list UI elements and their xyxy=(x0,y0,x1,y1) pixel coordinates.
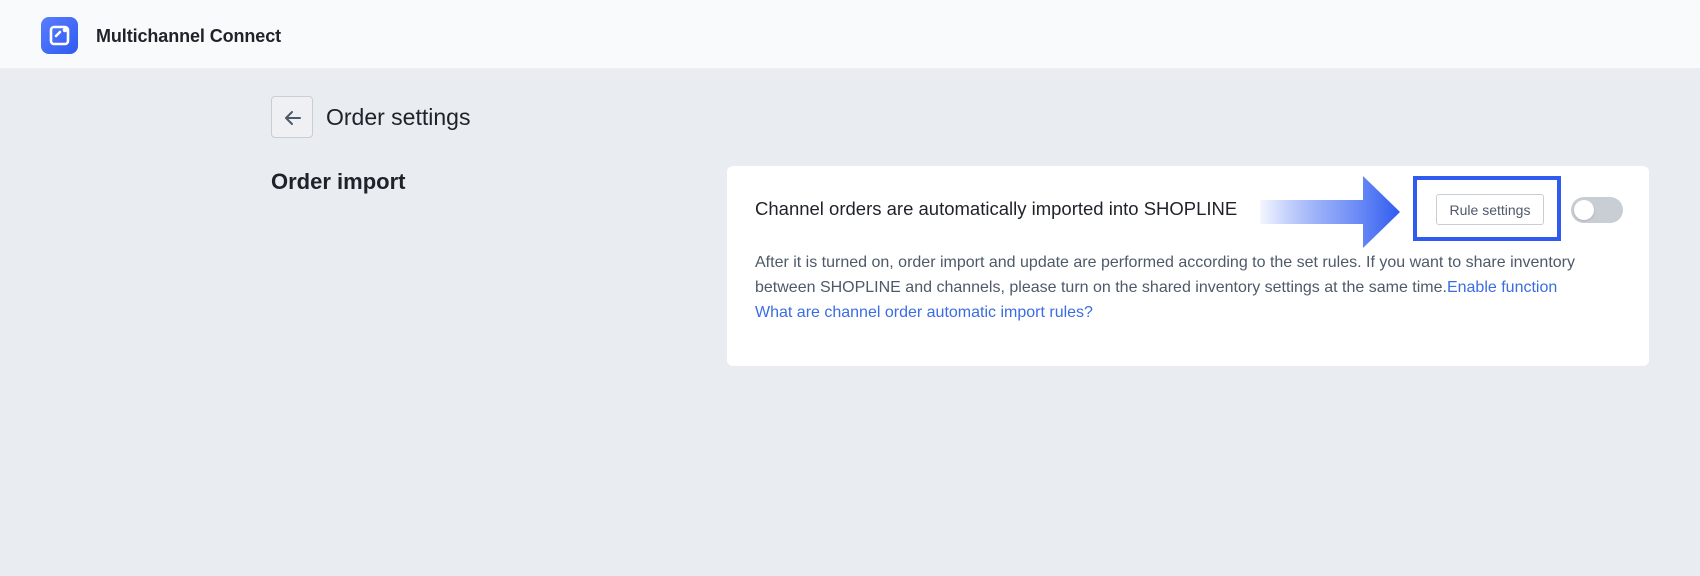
rule-settings-button[interactable]: Rule settings xyxy=(1436,194,1544,225)
card-headline: Channel orders are automatically importe… xyxy=(755,198,1238,219)
arrow-left-icon xyxy=(285,111,301,125)
top-bar: Multichannel Connect xyxy=(0,0,1700,69)
import-rules-link[interactable]: What are channel order automatic import … xyxy=(755,304,1093,321)
app-logo-icon[interactable] xyxy=(41,17,78,54)
toggle-knob xyxy=(1574,200,1594,220)
enable-function-link[interactable]: Enable function xyxy=(1447,279,1557,296)
app-name: Multichannel Connect xyxy=(96,26,282,46)
card-description: After it is turned on, order import and … xyxy=(755,250,1625,325)
page-title: Order settings xyxy=(326,104,471,130)
section-title: Order import xyxy=(271,169,406,194)
order-import-card: Channel orders are automatically importe… xyxy=(727,166,1649,366)
back-button[interactable] xyxy=(271,96,313,138)
auto-import-toggle[interactable] xyxy=(1571,197,1623,223)
arrow-right-icon xyxy=(1260,176,1400,248)
